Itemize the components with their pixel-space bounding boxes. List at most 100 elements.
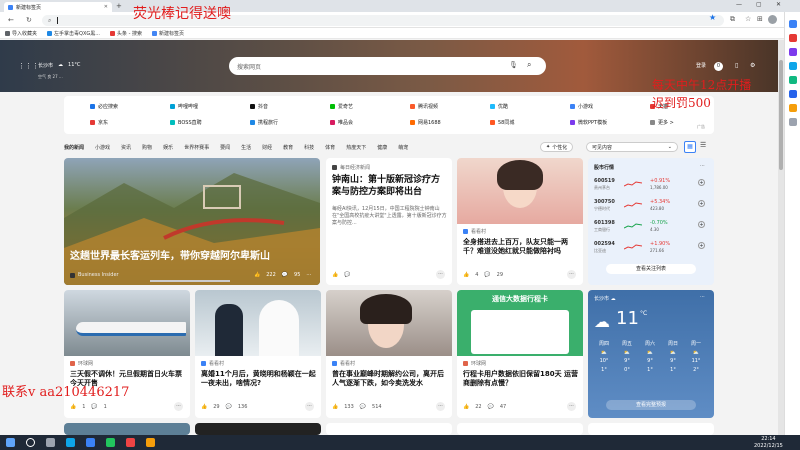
featured-card[interactable]: 这趟世界最长客运列车，带你穿越阿尔卑斯山 Business Insider 👍 2… [64, 158, 320, 285]
quick-link[interactable]: 哔哩哔哩 [170, 103, 198, 110]
full-forecast-button[interactable]: 查看完整预报 [606, 400, 696, 410]
comment-icon[interactable]: 💬 [226, 404, 232, 410]
category-tab[interactable]: 财经 [262, 144, 272, 151]
more-icon[interactable]: ··· [567, 402, 576, 411]
quick-link[interactable]: 微软PPT模板 [570, 119, 607, 126]
comment-icon[interactable]: 💬 [282, 272, 288, 278]
login-button[interactable]: 登录 [696, 62, 706, 69]
maximize-icon[interactable]: ▢ [756, 1, 762, 8]
news-card-girl[interactable]: 看看村 全身搭进去上百万，队友只能一两千？难道没她红就只能做陪衬吗 👍 4 💬 29 … [457, 158, 583, 285]
like-icon[interactable]: 👍 [463, 272, 469, 278]
more-icon[interactable]: ··· [436, 402, 445, 411]
more-icon[interactable]: ··· [700, 163, 705, 169]
points-badge[interactable]: 0 [714, 62, 723, 71]
personalize-button[interactable]: ✦ 个性化 [540, 142, 574, 152]
quick-link[interactable]: 京东 [90, 119, 108, 126]
close-tab-icon[interactable]: ✕ [104, 4, 108, 10]
search-box[interactable]: 搜索网页 🎙 ⌕ [229, 57, 546, 75]
comment-icon[interactable]: 💬 [91, 404, 97, 410]
search-taskbar-icon[interactable] [26, 438, 35, 447]
carousel-dots[interactable] [150, 280, 230, 282]
quick-link[interactable]: 优酷 [490, 103, 508, 110]
stock-row[interactable]: 300750 宁德时代 +5.34% 423.80 + [594, 199, 705, 213]
like-icon[interactable]: 👍 [332, 404, 338, 410]
add-stock-icon[interactable]: + [698, 179, 705, 186]
more-icon[interactable]: ··· [305, 402, 314, 411]
minimize-icon[interactable]: — [736, 1, 742, 8]
quick-link[interactable]: 唯品会 [330, 119, 353, 126]
like-icon[interactable]: 👍 [70, 404, 76, 410]
quick-link[interactable]: 必应搜索 [90, 103, 118, 110]
category-tab[interactable]: 热度天下 [346, 144, 366, 151]
partial-card-4[interactable] [457, 423, 583, 435]
tools-icon[interactable] [789, 48, 797, 56]
app-icon-2[interactable] [106, 438, 115, 447]
comment-icon[interactable]: 💬 [488, 404, 494, 410]
like-icon[interactable]: 👍 [254, 272, 260, 278]
outlook-icon[interactable] [789, 90, 797, 98]
search-sidebar-icon[interactable] [789, 20, 797, 28]
search-input[interactable]: 搜索网页 [237, 62, 261, 71]
category-tab[interactable]: 资讯 [121, 144, 131, 151]
more-icon[interactable]: ··· [306, 272, 311, 278]
grid-view-icon[interactable]: ▦ [684, 141, 696, 153]
more-icon[interactable]: ··· [700, 294, 705, 300]
shopping-icon[interactable] [789, 34, 797, 42]
drop-icon[interactable] [789, 104, 797, 112]
category-tab[interactable]: 要闻 [220, 144, 230, 151]
start-icon[interactable] [6, 438, 15, 447]
partial-card-1[interactable] [64, 423, 190, 435]
microphone-icon[interactable]: 🎙 [509, 61, 518, 69]
view-watchlist-button[interactable]: 查看关注列表 [606, 264, 696, 274]
app-icon-1[interactable] [86, 438, 95, 447]
add-stock-icon[interactable]: + [698, 221, 705, 228]
news-card-star[interactable]: 看看村 曾在事业巅峰时期解约公司，离开后人气逐渐下跌，如今卖洗发水 👍 133 💬 5… [326, 290, 452, 418]
settings-gear-icon[interactable]: ⚙ [750, 62, 755, 69]
favorites-icon[interactable]: ☆ [745, 15, 751, 23]
news-card-wedding[interactable]: 看看村 离婚11个月后，黄晓明和杨颖在一起一夜未出，啥情况? 👍 29 💬 136 ·… [195, 290, 321, 418]
partial-card-5[interactable] [588, 423, 714, 435]
category-tab[interactable]: 购物 [142, 144, 152, 151]
close-window-icon[interactable]: ✕ [776, 1, 781, 8]
edge-taskbar-icon[interactable] [66, 438, 75, 447]
category-tab[interactable]: 体育 [325, 144, 335, 151]
visible-content-select[interactable]: 可见内容 ⌄ [586, 142, 678, 152]
collections-icon[interactable]: ⊞ [757, 15, 763, 23]
scrollbar-thumb[interactable] [779, 60, 783, 170]
category-tab[interactable]: 世界杯赛事 [184, 144, 209, 151]
new-tab-icon[interactable]: + [116, 2, 122, 10]
stock-row[interactable]: 600519 贵州茅台 +0.91% 1,786.00 + [594, 178, 705, 192]
task-view-icon[interactable] [46, 438, 55, 447]
phone-icon[interactable]: ▯ [735, 62, 738, 69]
search-submit-icon[interactable]: ⌕ [527, 60, 531, 70]
favorite-star-icon[interactable]: ★ [709, 13, 716, 22]
weather-card[interactable]: 长沙市 ☁ ··· ☁ 11 °C 查看完整预报 周四 ⛅ 10° 1° 周五 ⛅ 9° 0°… [588, 290, 714, 418]
app-icon-4[interactable] [146, 438, 155, 447]
games-icon[interactable] [789, 62, 797, 70]
quick-link[interactable]: 更多 > [650, 119, 674, 126]
bookmark-import[interactable]: 导入收藏夹 [5, 30, 37, 37]
category-tab[interactable]: 教育 [283, 144, 293, 151]
list-view-icon[interactable]: ☰ [700, 141, 706, 149]
quick-link[interactable]: 爱奇艺 [330, 103, 353, 110]
hero-weather[interactable]: 长沙市 ☁ 11°C [38, 62, 80, 69]
category-tab[interactable]: 健康 [377, 144, 387, 151]
quick-link[interactable]: 携程旅行 [250, 119, 278, 126]
more-icon[interactable]: ··· [436, 270, 445, 279]
like-icon[interactable]: 👍 [463, 404, 469, 410]
bookmark-2[interactable]: 左手掌击毒QXG黑... [47, 30, 100, 37]
comment-icon[interactable]: 💬 [360, 404, 366, 410]
office-icon[interactable] [789, 76, 797, 84]
profile-avatar[interactable] [768, 15, 777, 24]
like-icon[interactable]: 👍 [332, 272, 338, 278]
category-tab[interactable]: 娱乐 [163, 144, 173, 151]
news-card-travelcard[interactable]: 通信大数据行程卡 环球网 行程卡用户数据依旧保留180天 运营商删除有点慢？ 👍… [457, 290, 583, 418]
stock-row[interactable]: 601398 工商银行 -0.70% 4.30 + [594, 220, 705, 234]
category-tab[interactable]: 小游戏 [95, 144, 110, 151]
back-icon[interactable]: ← [8, 16, 14, 24]
partial-card-3[interactable] [326, 423, 452, 435]
add-stock-icon[interactable]: + [698, 200, 705, 207]
bookmark-3[interactable]: 头条 - 搜索 [110, 30, 142, 37]
bookmark-4[interactable]: 新建标签页 [152, 30, 184, 37]
refresh-icon[interactable]: ↻ [26, 16, 32, 24]
